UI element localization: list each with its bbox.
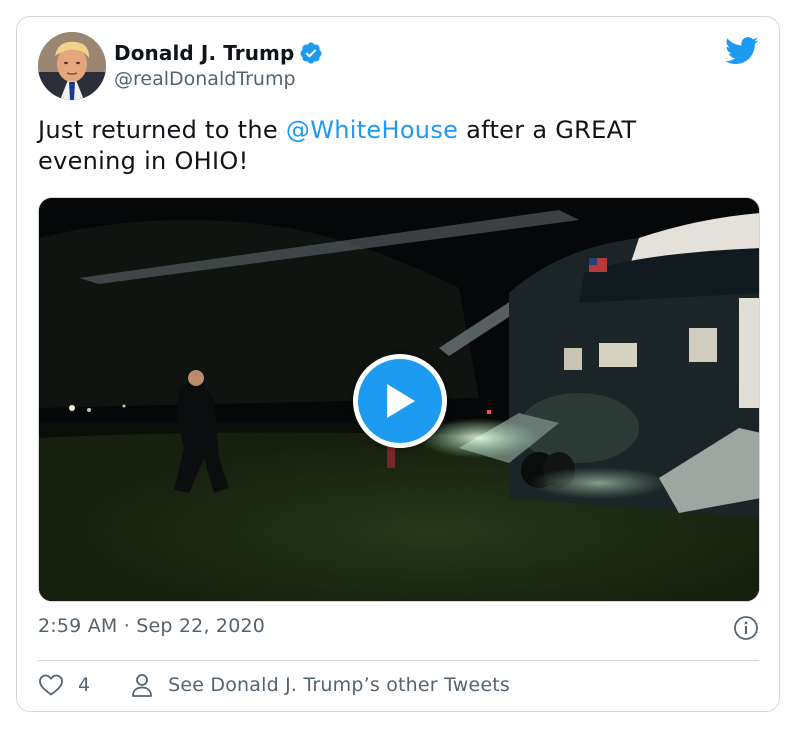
info-icon[interactable] (733, 615, 759, 641)
tweet-text-start: Just returned to the (38, 116, 286, 144)
author-row: Donald J. Trump (114, 41, 323, 65)
avatar[interactable] (38, 32, 106, 100)
tweet-timestamp[interactable]: 2:59 AM · Sep 22, 2020 (38, 615, 265, 637)
like-count: 4 (78, 674, 91, 696)
heart-icon[interactable] (38, 673, 64, 697)
play-button[interactable] (353, 354, 447, 448)
divider (38, 660, 759, 661)
author-name[interactable]: Donald J. Trump (114, 41, 294, 65)
tweet-actions: 4 See Donald J. Trump’s other Tweets (38, 672, 510, 698)
person-icon[interactable] (130, 672, 154, 698)
play-icon (387, 384, 415, 418)
twitter-bird-icon[interactable] (725, 37, 759, 65)
mention-link[interactable]: @WhiteHouse (286, 116, 458, 144)
tweet-card: Donald J. Trump @realDonaldTrump Just re… (16, 16, 780, 712)
verified-badge-icon (300, 42, 322, 64)
tweet-text: Just returned to the @WhiteHouse after a… (38, 115, 738, 177)
video-player[interactable] (38, 197, 760, 602)
other-tweets-link[interactable]: See Donald J. Trump’s other Tweets (168, 674, 510, 696)
author-handle[interactable]: @realDonaldTrump (114, 68, 296, 90)
